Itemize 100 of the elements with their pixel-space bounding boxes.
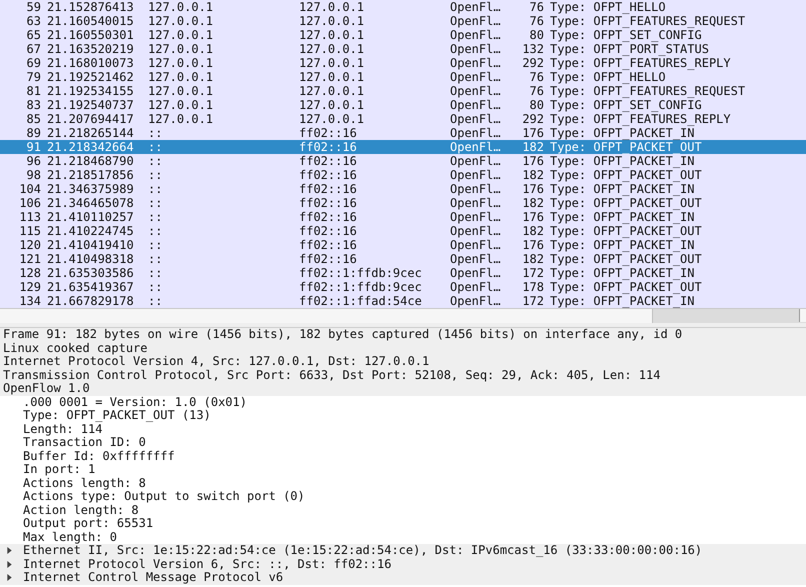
packet-protocol: OpenFl… bbox=[449, 140, 502, 154]
packet-number: 115 bbox=[18, 224, 41, 238]
packet-length: 182 bbox=[521, 252, 544, 266]
packet-info: Type: OFPT_SET_CONFIG bbox=[549, 98, 703, 112]
packet-time: 21.346465078 bbox=[46, 196, 135, 210]
packet-protocol: OpenFl… bbox=[449, 0, 502, 14]
packet-destination: 127.0.0.1 bbox=[298, 70, 366, 84]
packet-length: 182 bbox=[521, 168, 544, 182]
packet-length: 172 bbox=[521, 294, 544, 308]
packet-destination: ff02::16 bbox=[298, 252, 358, 266]
packet-time: 21.192521462 bbox=[46, 70, 135, 84]
packet-protocol: OpenFl… bbox=[449, 238, 502, 252]
packet-protocol: OpenFl… bbox=[449, 168, 502, 182]
packet-info: Type: OFPT_PACKET_IN bbox=[549, 182, 696, 196]
detail-item[interactable]: Max length: 0 bbox=[23, 530, 117, 544]
pane-splitter[interactable] bbox=[0, 323, 806, 328]
detail-item[interactable]: In port: 1 bbox=[23, 463, 96, 476]
packet-info: Type: OFPT_HELLO bbox=[549, 0, 667, 14]
detail-item[interactable]: Length: 114 bbox=[23, 422, 102, 436]
detail-item[interactable]: Actions type: Output to switch port (0) bbox=[23, 490, 305, 504]
packet-protocol: OpenFl… bbox=[449, 28, 502, 42]
packet-length: 178 bbox=[521, 280, 544, 294]
horizontal-scrollbar[interactable] bbox=[0, 308, 806, 323]
packet-destination: ff02::1:ffdb:9cec bbox=[298, 266, 423, 280]
packet-info: Type: OFPT_FEATURES_REQUEST bbox=[549, 84, 746, 98]
detail-item[interactable]: Type: OFPT_PACKET_OUT (13) bbox=[23, 409, 211, 422]
detail-item[interactable]: Actions length: 8 bbox=[23, 476, 146, 490]
packet-destination: 127.0.0.1 bbox=[298, 0, 366, 14]
packet-destination: ff02::16 bbox=[298, 140, 358, 154]
scrollbar-thumb[interactable] bbox=[0, 309, 653, 323]
packet-info: Type: OFPT_FEATURES_REQUEST bbox=[549, 14, 746, 28]
packet-destination: ff02::16 bbox=[298, 210, 358, 224]
packet-protocol: OpenFl… bbox=[449, 294, 502, 308]
packet-destination: 127.0.0.1 bbox=[298, 84, 366, 98]
packet-protocol: OpenFl… bbox=[449, 84, 502, 98]
packet-time: 21.160550301 bbox=[46, 28, 135, 42]
packet-number: 83 bbox=[26, 98, 41, 112]
packet-protocol: OpenFl… bbox=[449, 98, 502, 112]
packet-destination: ff02::1:ffdb:9cec bbox=[298, 280, 423, 294]
packet-destination: 127.0.0.1 bbox=[298, 98, 366, 112]
packet-protocol: OpenFl… bbox=[449, 56, 502, 70]
packet-info: Type: OFPT_PACKET_IN bbox=[549, 154, 696, 168]
packet-length: 80 bbox=[528, 98, 544, 112]
packet-source: :: bbox=[147, 126, 164, 140]
packet-number: 113 bbox=[18, 210, 41, 224]
packet-length: 182 bbox=[521, 196, 544, 210]
detail-item[interactable]: Action length: 8 bbox=[23, 504, 139, 517]
packet-destination: 127.0.0.1 bbox=[298, 56, 366, 70]
packet-destination: 127.0.0.1 bbox=[298, 14, 366, 28]
packet-info: Type: OFPT_PACKET_OUT bbox=[549, 168, 703, 182]
packet-source: :: bbox=[147, 140, 164, 154]
packet-length: 176 bbox=[521, 154, 544, 168]
packet-number: 81 bbox=[26, 84, 41, 98]
detail-item[interactable]: OpenFlow 1.0 bbox=[3, 382, 90, 396]
packet-length: 182 bbox=[521, 224, 544, 238]
packet-length: 76 bbox=[528, 84, 544, 98]
detail-item[interactable]: .000 0001 = Version: 1.0 (0x01) bbox=[23, 396, 247, 409]
packet-protocol: OpenFl… bbox=[449, 14, 502, 28]
packet-source: 127.0.0.1 bbox=[147, 0, 214, 14]
detail-item[interactable]: Buffer Id: 0xffffffff bbox=[23, 450, 175, 463]
packet-info: Type: OFPT_FEATURES_REPLY bbox=[549, 56, 732, 70]
packet-number: 129 bbox=[18, 280, 41, 294]
packet-source: :: bbox=[147, 182, 164, 196]
packet-info: Type: OFPT_PACKET_OUT bbox=[549, 140, 703, 154]
packet-destination: ff02::16 bbox=[298, 182, 358, 196]
detail-item[interactable]: Output port: 65531 bbox=[23, 517, 154, 530]
packet-number: 121 bbox=[18, 252, 41, 266]
packet-number: 128 bbox=[18, 266, 41, 280]
packet-destination: ff02::16 bbox=[298, 196, 358, 210]
packet-number: 79 bbox=[26, 70, 41, 84]
detail-item[interactable]: Transaction ID: 0 bbox=[23, 436, 146, 450]
packet-info: Type: OFPT_HELLO bbox=[549, 70, 667, 84]
packet-time: 21.218517856 bbox=[46, 168, 135, 182]
packet-source: 127.0.0.1 bbox=[147, 56, 214, 70]
packet-info: Type: OFPT_PACKET_OUT bbox=[549, 196, 703, 210]
packet-length: 76 bbox=[528, 14, 544, 28]
packet-source: 127.0.0.1 bbox=[147, 112, 214, 126]
packet-number: 67 bbox=[26, 42, 41, 56]
packet-source: :: bbox=[147, 196, 164, 210]
packet-length: 176 bbox=[521, 182, 544, 196]
packet-number: 134 bbox=[18, 294, 41, 308]
packet-info: Type: OFPT_PACKET_OUT bbox=[549, 252, 703, 266]
packet-destination: 127.0.0.1 bbox=[298, 112, 366, 126]
packet-info: Type: OFPT_PACKET_IN bbox=[549, 210, 696, 224]
packet-length: 176 bbox=[521, 210, 544, 224]
packet-info: Type: OFPT_PACKET_IN bbox=[549, 266, 696, 280]
packet-length: 80 bbox=[528, 28, 544, 42]
packet-protocol: OpenFl… bbox=[449, 182, 502, 196]
packet-row[interactable]: 91 21.218342664 :: ff02::16 OpenFl… 182 Type: OFPT_PACKET_OUT bbox=[0, 140, 806, 154]
packet-time: 21.152876413 bbox=[46, 0, 135, 14]
packet-source: :: bbox=[147, 294, 164, 308]
packet-length: 172 bbox=[521, 266, 544, 280]
packet-info: Type: OFPT_PACKET_IN bbox=[549, 126, 696, 140]
packet-protocol: OpenFl… bbox=[449, 266, 502, 280]
packet-protocol: OpenFl… bbox=[449, 196, 502, 210]
packet-time: 21.192534155 bbox=[46, 84, 135, 98]
packet-time: 21.635419367 bbox=[46, 280, 135, 294]
detail-item[interactable]: Linux cooked capture bbox=[3, 342, 148, 355]
packet-length: 176 bbox=[521, 126, 544, 140]
packet-time: 21.346375989 bbox=[46, 182, 135, 196]
